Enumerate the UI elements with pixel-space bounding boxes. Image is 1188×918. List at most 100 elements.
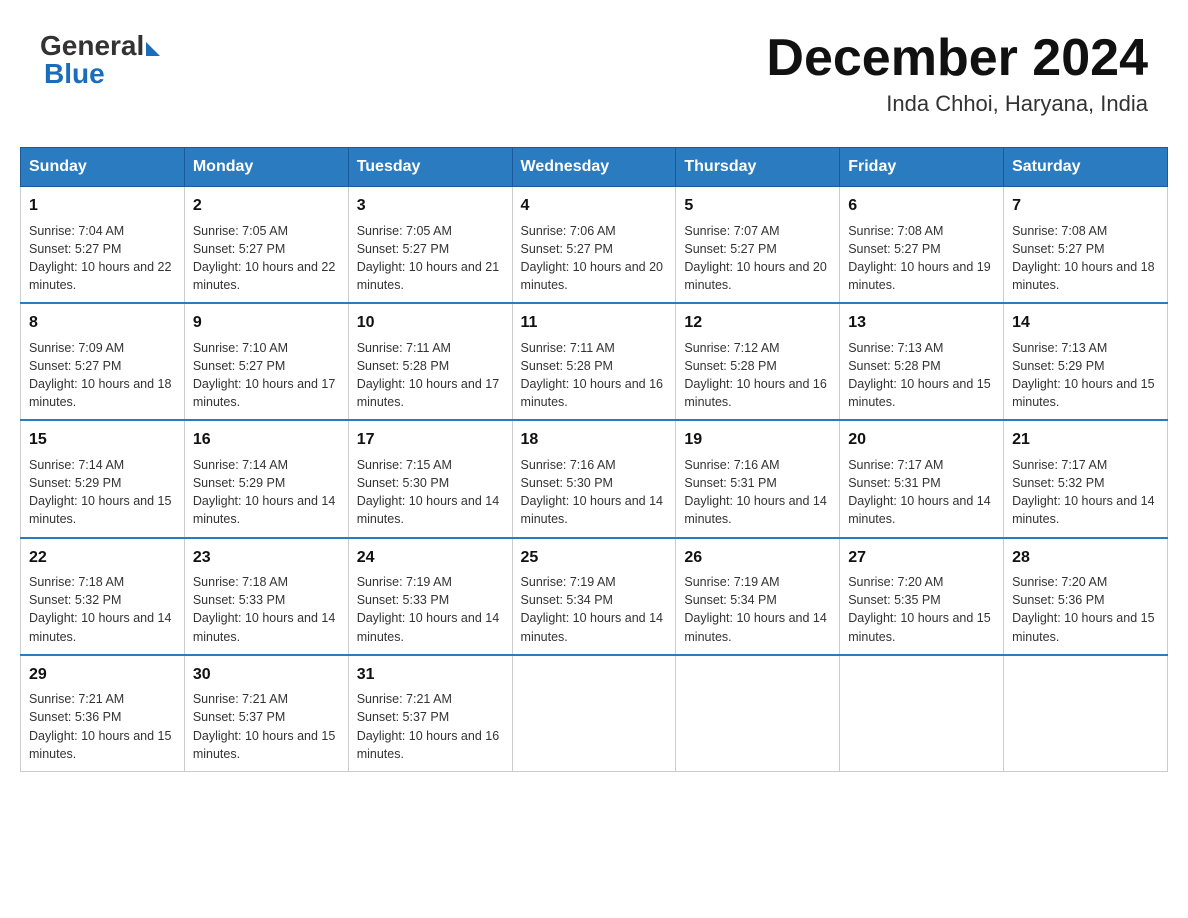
- day-info: Sunrise: 7:07 AMSunset: 5:27 PMDaylight:…: [684, 224, 826, 293]
- day-number: 18: [521, 429, 668, 451]
- column-header-wednesday: Wednesday: [512, 148, 676, 187]
- day-info: Sunrise: 7:21 AMSunset: 5:37 PMDaylight:…: [193, 692, 335, 761]
- day-info: Sunrise: 7:19 AMSunset: 5:34 PMDaylight:…: [684, 575, 826, 644]
- day-info: Sunrise: 7:05 AMSunset: 5:27 PMDaylight:…: [193, 224, 335, 293]
- day-info: Sunrise: 7:20 AMSunset: 5:36 PMDaylight:…: [1012, 575, 1154, 644]
- day-info: Sunrise: 7:06 AMSunset: 5:27 PMDaylight:…: [521, 224, 663, 293]
- day-number: 13: [848, 312, 995, 334]
- column-header-tuesday: Tuesday: [348, 148, 512, 187]
- day-number: 4: [521, 195, 668, 217]
- calendar-cell: 11 Sunrise: 7:11 AMSunset: 5:28 PMDaylig…: [512, 303, 676, 420]
- day-info: Sunrise: 7:12 AMSunset: 5:28 PMDaylight:…: [684, 341, 826, 410]
- day-info: Sunrise: 7:05 AMSunset: 5:27 PMDaylight:…: [357, 224, 499, 293]
- calendar-cell: 31 Sunrise: 7:21 AMSunset: 5:37 PMDaylig…: [348, 655, 512, 772]
- day-number: 6: [848, 195, 995, 217]
- day-number: 16: [193, 429, 340, 451]
- day-number: 14: [1012, 312, 1159, 334]
- day-number: 15: [29, 429, 176, 451]
- day-number: 20: [848, 429, 995, 451]
- location: Inda Chhoi, Haryana, India: [766, 91, 1148, 117]
- column-header-monday: Monday: [184, 148, 348, 187]
- day-number: 3: [357, 195, 504, 217]
- calendar-cell: 14 Sunrise: 7:13 AMSunset: 5:29 PMDaylig…: [1004, 303, 1168, 420]
- day-number: 5: [684, 195, 831, 217]
- calendar-cell: 16 Sunrise: 7:14 AMSunset: 5:29 PMDaylig…: [184, 420, 348, 537]
- day-info: Sunrise: 7:19 AMSunset: 5:33 PMDaylight:…: [357, 575, 499, 644]
- calendar-cell: 27 Sunrise: 7:20 AMSunset: 5:35 PMDaylig…: [840, 538, 1004, 655]
- calendar-cell: 30 Sunrise: 7:21 AMSunset: 5:37 PMDaylig…: [184, 655, 348, 772]
- calendar-cell: 19 Sunrise: 7:16 AMSunset: 5:31 PMDaylig…: [676, 420, 840, 537]
- day-info: Sunrise: 7:19 AMSunset: 5:34 PMDaylight:…: [521, 575, 663, 644]
- day-info: Sunrise: 7:14 AMSunset: 5:29 PMDaylight:…: [193, 458, 335, 527]
- logo-blue-text: Blue: [44, 58, 105, 90]
- day-info: Sunrise: 7:11 AMSunset: 5:28 PMDaylight:…: [357, 341, 499, 410]
- day-number: 1: [29, 195, 176, 217]
- day-info: Sunrise: 7:17 AMSunset: 5:32 PMDaylight:…: [1012, 458, 1154, 527]
- calendar-cell: 26 Sunrise: 7:19 AMSunset: 5:34 PMDaylig…: [676, 538, 840, 655]
- calendar-cell: 24 Sunrise: 7:19 AMSunset: 5:33 PMDaylig…: [348, 538, 512, 655]
- day-info: Sunrise: 7:20 AMSunset: 5:35 PMDaylight:…: [848, 575, 990, 644]
- calendar-cell: 17 Sunrise: 7:15 AMSunset: 5:30 PMDaylig…: [348, 420, 512, 537]
- day-number: 24: [357, 547, 504, 569]
- day-number: 8: [29, 312, 176, 334]
- calendar-cell: 29 Sunrise: 7:21 AMSunset: 5:36 PMDaylig…: [21, 655, 185, 772]
- calendar-cell: 22 Sunrise: 7:18 AMSunset: 5:32 PMDaylig…: [21, 538, 185, 655]
- calendar-cell: 15 Sunrise: 7:14 AMSunset: 5:29 PMDaylig…: [21, 420, 185, 537]
- column-header-thursday: Thursday: [676, 148, 840, 187]
- calendar-cell: 12 Sunrise: 7:12 AMSunset: 5:28 PMDaylig…: [676, 303, 840, 420]
- day-number: 28: [1012, 547, 1159, 569]
- column-header-saturday: Saturday: [1004, 148, 1168, 187]
- page-header: General Blue December 2024 Inda Chhoi, H…: [20, 20, 1168, 127]
- calendar-cell: 7 Sunrise: 7:08 AMSunset: 5:27 PMDayligh…: [1004, 187, 1168, 304]
- day-number: 23: [193, 547, 340, 569]
- calendar-week-row: 8 Sunrise: 7:09 AMSunset: 5:27 PMDayligh…: [21, 303, 1168, 420]
- day-number: 10: [357, 312, 504, 334]
- day-info: Sunrise: 7:21 AMSunset: 5:37 PMDaylight:…: [357, 692, 499, 761]
- day-number: 21: [1012, 429, 1159, 451]
- calendar-cell: 1 Sunrise: 7:04 AMSunset: 5:27 PMDayligh…: [21, 187, 185, 304]
- calendar-cell: 5 Sunrise: 7:07 AMSunset: 5:27 PMDayligh…: [676, 187, 840, 304]
- day-info: Sunrise: 7:17 AMSunset: 5:31 PMDaylight:…: [848, 458, 990, 527]
- calendar-table: SundayMondayTuesdayWednesdayThursdayFrid…: [20, 147, 1168, 772]
- day-info: Sunrise: 7:18 AMSunset: 5:33 PMDaylight:…: [193, 575, 335, 644]
- day-info: Sunrise: 7:10 AMSunset: 5:27 PMDaylight:…: [193, 341, 335, 410]
- day-number: 22: [29, 547, 176, 569]
- calendar-cell: 4 Sunrise: 7:06 AMSunset: 5:27 PMDayligh…: [512, 187, 676, 304]
- day-info: Sunrise: 7:08 AMSunset: 5:27 PMDaylight:…: [1012, 224, 1154, 293]
- calendar-cell: 8 Sunrise: 7:09 AMSunset: 5:27 PMDayligh…: [21, 303, 185, 420]
- calendar-week-row: 29 Sunrise: 7:21 AMSunset: 5:36 PMDaylig…: [21, 655, 1168, 772]
- calendar-cell: [512, 655, 676, 772]
- day-info: Sunrise: 7:15 AMSunset: 5:30 PMDaylight:…: [357, 458, 499, 527]
- day-info: Sunrise: 7:09 AMSunset: 5:27 PMDaylight:…: [29, 341, 171, 410]
- logo-arrow-icon: [146, 42, 160, 56]
- column-header-friday: Friday: [840, 148, 1004, 187]
- day-number: 30: [193, 664, 340, 686]
- calendar-cell: [840, 655, 1004, 772]
- day-info: Sunrise: 7:16 AMSunset: 5:31 PMDaylight:…: [684, 458, 826, 527]
- month-title: December 2024: [766, 30, 1148, 87]
- calendar-week-row: 22 Sunrise: 7:18 AMSunset: 5:32 PMDaylig…: [21, 538, 1168, 655]
- calendar-cell: [1004, 655, 1168, 772]
- day-number: 9: [193, 312, 340, 334]
- calendar-cell: 18 Sunrise: 7:16 AMSunset: 5:30 PMDaylig…: [512, 420, 676, 537]
- calendar-header-row: SundayMondayTuesdayWednesdayThursdayFrid…: [21, 148, 1168, 187]
- day-number: 11: [521, 312, 668, 334]
- calendar-cell: 9 Sunrise: 7:10 AMSunset: 5:27 PMDayligh…: [184, 303, 348, 420]
- day-info: Sunrise: 7:04 AMSunset: 5:27 PMDaylight:…: [29, 224, 171, 293]
- calendar-cell: 2 Sunrise: 7:05 AMSunset: 5:27 PMDayligh…: [184, 187, 348, 304]
- calendar-cell: 20 Sunrise: 7:17 AMSunset: 5:31 PMDaylig…: [840, 420, 1004, 537]
- calendar-cell: 13 Sunrise: 7:13 AMSunset: 5:28 PMDaylig…: [840, 303, 1004, 420]
- day-info: Sunrise: 7:11 AMSunset: 5:28 PMDaylight:…: [521, 341, 663, 410]
- day-number: 17: [357, 429, 504, 451]
- day-info: Sunrise: 7:13 AMSunset: 5:29 PMDaylight:…: [1012, 341, 1154, 410]
- day-number: 25: [521, 547, 668, 569]
- calendar-week-row: 1 Sunrise: 7:04 AMSunset: 5:27 PMDayligh…: [21, 187, 1168, 304]
- day-number: 31: [357, 664, 504, 686]
- day-number: 12: [684, 312, 831, 334]
- calendar-cell: [676, 655, 840, 772]
- day-number: 2: [193, 195, 340, 217]
- calendar-cell: 3 Sunrise: 7:05 AMSunset: 5:27 PMDayligh…: [348, 187, 512, 304]
- day-info: Sunrise: 7:18 AMSunset: 5:32 PMDaylight:…: [29, 575, 171, 644]
- calendar-cell: 23 Sunrise: 7:18 AMSunset: 5:33 PMDaylig…: [184, 538, 348, 655]
- logo: General Blue: [40, 30, 160, 90]
